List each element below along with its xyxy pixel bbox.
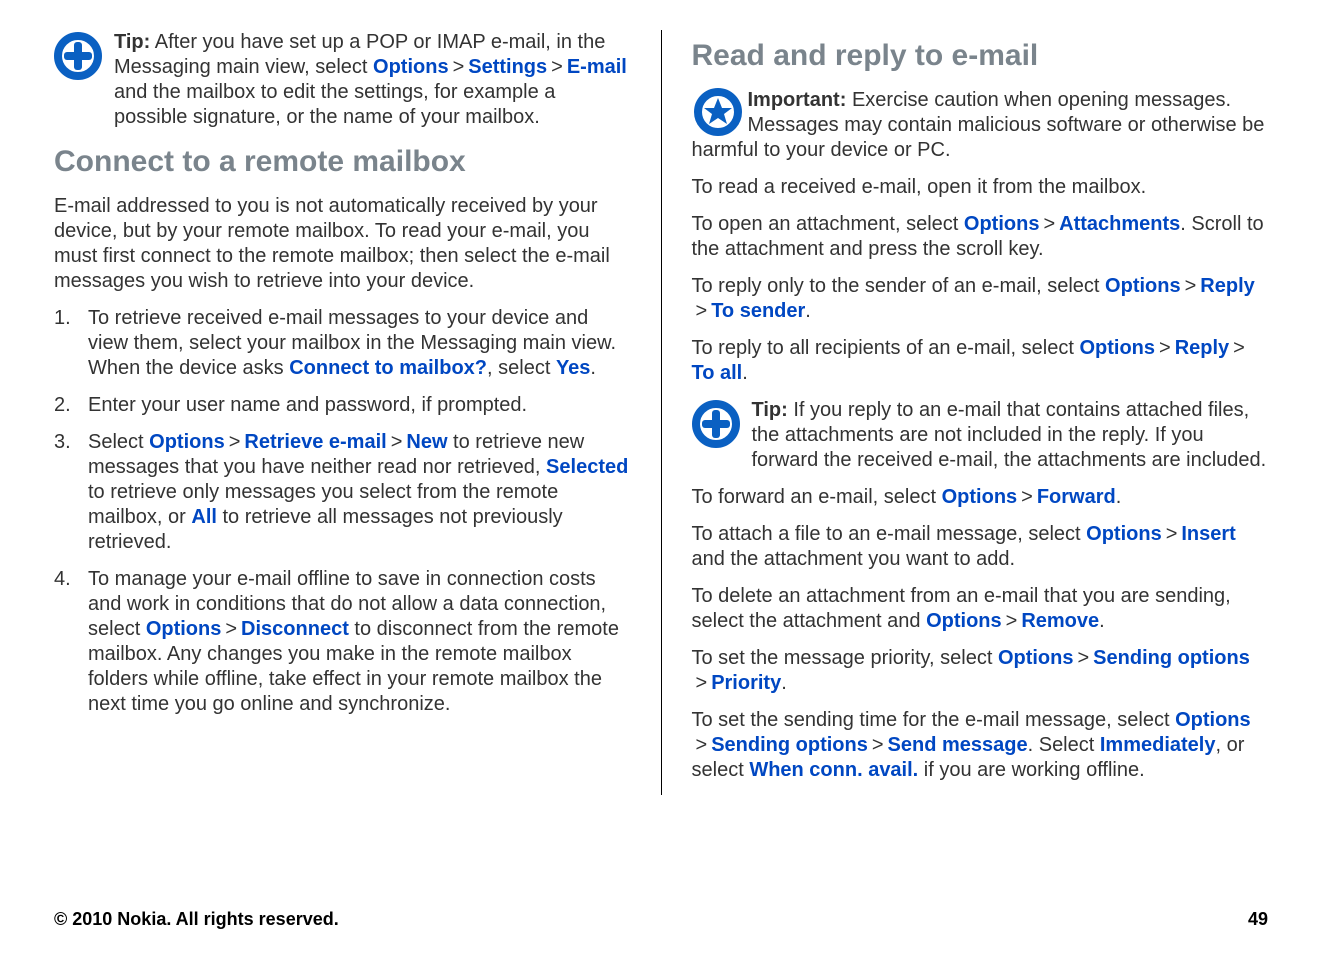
ui-retrieve-email: Retrieve e-mail	[244, 431, 386, 453]
ui-attachments: Attachments	[1059, 213, 1180, 235]
important-star-icon	[692, 88, 744, 136]
ui-new: New	[406, 431, 447, 453]
ui-sending-options: Sending options	[711, 734, 868, 756]
ui-selected: Selected	[546, 456, 628, 478]
ui-yes: Yes	[556, 357, 590, 379]
ui-options: Options	[149, 431, 225, 453]
ui-all: All	[191, 506, 217, 528]
important-note: Important: Exercise caution when opening…	[692, 88, 1269, 163]
ui-options: Options	[942, 486, 1018, 508]
tip-plus-icon	[54, 30, 102, 130]
ui-to-sender: To sender	[711, 300, 805, 322]
ui-remove: Remove	[1021, 610, 1099, 632]
step-4: To manage your e-mail offline to save in…	[54, 567, 631, 717]
ui-disconnect: Disconnect	[241, 618, 349, 640]
tip-label: Tip:	[752, 399, 788, 421]
tip-note-reply: Tip: If you reply to an e-mail that cont…	[692, 398, 1269, 473]
p-attach-file: To attach a file to an e-mail message, s…	[692, 522, 1269, 572]
connect-steps: To retrieve received e-mail messages to …	[54, 306, 631, 717]
tip-text: Tip: If you reply to an e-mail that cont…	[752, 398, 1269, 473]
ui-sending-options: Sending options	[1093, 647, 1250, 669]
ui-insert: Insert	[1181, 523, 1235, 545]
ui-options: Options	[998, 647, 1074, 669]
ui-to-all: To all	[692, 362, 743, 384]
p-delete-attach: To delete an attachment from an e-mail t…	[692, 584, 1269, 634]
page-number: 49	[1248, 909, 1268, 930]
p-reply-all: To reply to all recipients of an e-mail,…	[692, 336, 1269, 386]
p-attach-open: To open an attachment, select Options>At…	[692, 212, 1269, 262]
tip-label: Tip:	[114, 31, 150, 53]
connect-intro: E-mail addressed to you is not automatic…	[54, 194, 631, 294]
tip-text: Tip: After you have set up a POP or IMAP…	[114, 30, 631, 130]
ui-reply: Reply	[1175, 337, 1229, 359]
ui-priority: Priority	[711, 672, 781, 694]
ui-options: Options	[964, 213, 1040, 235]
step-2: Enter your user name and password, if pr…	[54, 393, 631, 418]
ui-when-conn-avail: When conn. avail.	[749, 759, 918, 781]
ui-options: Options	[146, 618, 222, 640]
ui-connect-mailbox: Connect to mailbox?	[289, 357, 487, 379]
ui-options: Options	[1086, 523, 1162, 545]
ui-reply: Reply	[1200, 275, 1254, 297]
ui-options: Options	[373, 56, 449, 78]
tip-plus-icon	[692, 398, 740, 473]
document-page: Tip: After you have set up a POP or IMAP…	[0, 0, 1322, 795]
tip-note: Tip: After you have set up a POP or IMAP…	[54, 30, 631, 130]
step-3: Select Options>Retrieve e-mail>New to re…	[54, 430, 631, 555]
section-heading-connect: Connect to a remote mailbox	[54, 144, 631, 180]
ui-send-message: Send message	[888, 734, 1028, 756]
ui-options: Options	[926, 610, 1002, 632]
page-footer: © 2010 Nokia. All rights reserved. 49	[54, 909, 1268, 930]
step-1: To retrieve received e-mail messages to …	[54, 306, 631, 381]
ui-options: Options	[1079, 337, 1155, 359]
ui-options: Options	[1105, 275, 1181, 297]
right-column: Read and reply to e-mail Important: Exer…	[662, 30, 1269, 795]
left-column: Tip: After you have set up a POP or IMAP…	[54, 30, 662, 795]
p-sendtime: To set the sending time for the e-mail m…	[692, 708, 1269, 783]
p-reply-sender: To reply only to the sender of an e-mail…	[692, 274, 1269, 324]
ui-email: E-mail	[567, 56, 627, 78]
copyright: © 2010 Nokia. All rights reserved.	[54, 909, 339, 930]
ui-options: Options	[1175, 709, 1251, 731]
important-label: Important:	[748, 89, 847, 111]
p-read: To read a received e-mail, open it from …	[692, 175, 1269, 200]
ui-immediately: Immediately	[1100, 734, 1216, 756]
ui-forward: Forward	[1037, 486, 1116, 508]
section-heading-read-reply: Read and reply to e-mail	[692, 38, 1269, 74]
p-priority: To set the message priority, select Opti…	[692, 646, 1269, 696]
p-forward: To forward an e-mail, select Options>For…	[692, 485, 1269, 510]
ui-settings: Settings	[468, 56, 547, 78]
